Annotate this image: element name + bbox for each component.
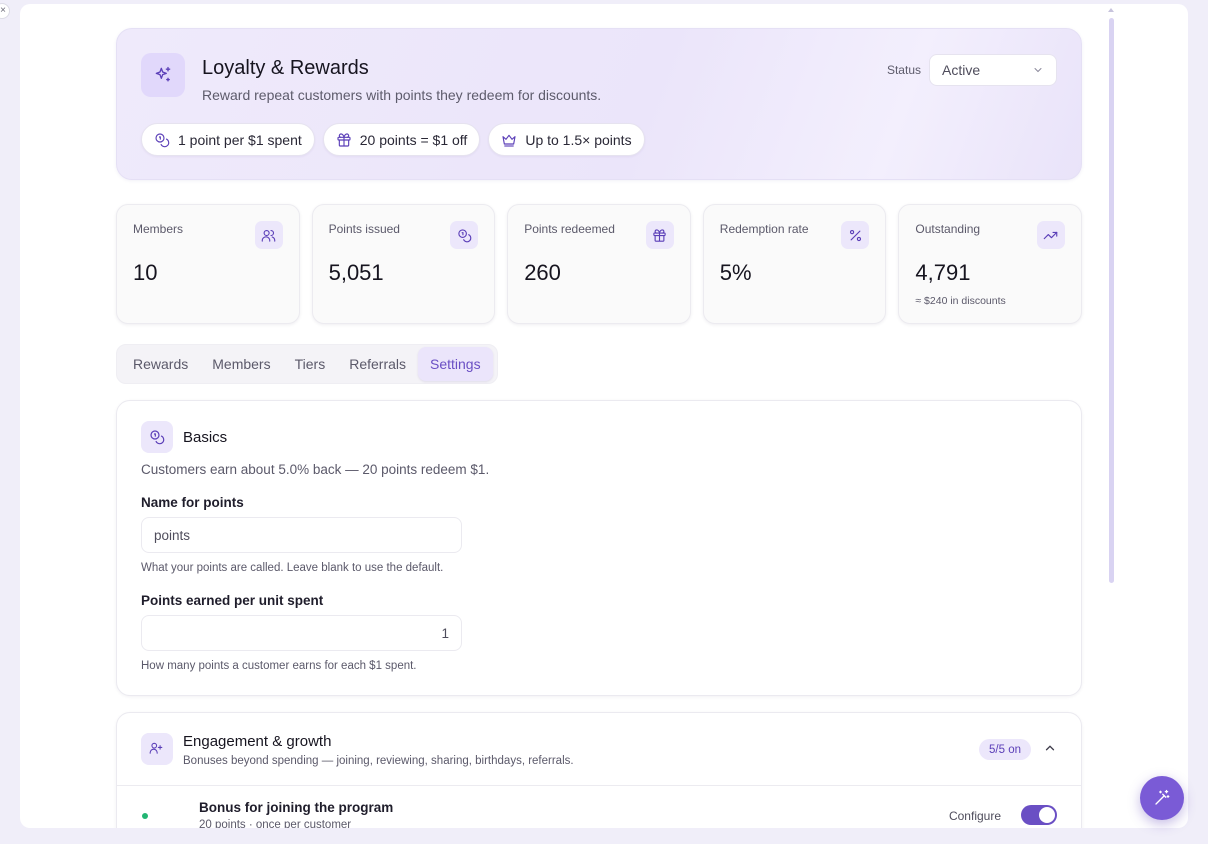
chip-label: 20 points = $1 off	[359, 131, 468, 148]
join-bonus-toggle[interactable]	[1021, 805, 1057, 825]
chip-redeem-rate: 20 points = $1 off	[322, 123, 481, 156]
user-plus-icon	[141, 733, 171, 763]
scrollbar-thumb[interactable]	[1109, 18, 1114, 583]
section-tabs: Rewards Members Tiers Referrals Settings	[116, 344, 498, 384]
stat-label: Outstanding	[915, 222, 981, 236]
section-title: Engagement & growth	[183, 733, 332, 750]
chip-tier-multiplier: Up to 1.5× points	[488, 123, 645, 156]
points-name-input[interactable]	[141, 517, 462, 553]
tab-settings[interactable]: Settings	[418, 347, 493, 381]
section-description: Customers earn about 5.0% back — 20 poin…	[141, 462, 490, 477]
configure-button[interactable]: Configure	[949, 809, 1001, 823]
tab-referrals[interactable]: Referrals	[337, 347, 418, 381]
scroll-up-arrow-icon[interactable]	[1108, 8, 1114, 12]
close-icon[interactable]: ×	[0, 3, 10, 19]
coins-icon	[141, 421, 173, 453]
stat-label: Redemption rate	[719, 222, 809, 236]
stat-label: Points redeemed	[524, 222, 615, 236]
tab-rewards[interactable]: Rewards	[121, 347, 200, 381]
magic-wand-icon	[1153, 789, 1171, 807]
coins-icon	[450, 221, 479, 249]
stat-value: 5%	[719, 260, 752, 285]
users-icon	[254, 221, 283, 249]
chevron-down-icon	[1032, 64, 1044, 76]
main-content: Loyalty & Rewards Reward repeat customer…	[116, 28, 1082, 828]
earn-rate-help: How many points a customer earns for eac…	[141, 660, 417, 672]
stat-value: 10	[133, 260, 158, 285]
program-header-card: Loyalty & Rewards Reward repeat customer…	[116, 28, 1082, 180]
points-name-label: Name for points	[141, 495, 244, 510]
stat-value: 260	[524, 260, 561, 285]
app-frame: Loyalty & Rewards Reward repeat customer…	[20, 4, 1188, 828]
status-dot	[142, 813, 148, 819]
tab-members[interactable]: Members	[200, 347, 282, 381]
stat-value: 5,051	[328, 260, 384, 285]
points-name-help: What your points are called. Leave blank…	[141, 562, 444, 574]
bonus-row-subtitle: 20 points · once per customer	[199, 819, 352, 828]
stat-value: 4,791	[915, 260, 971, 285]
page-subtitle: Reward repeat customers with points they…	[202, 87, 602, 103]
stat-card-outstanding: Outstanding 4,791 ≈ $240 in discounts	[898, 204, 1082, 324]
status-select[interactable]: Active	[929, 54, 1057, 86]
stats-row: Members 10 Points issued 5,051 Points re…	[116, 204, 1082, 324]
sparkles-icon	[141, 53, 185, 97]
bonus-row-title: Bonus for joining the program	[199, 800, 394, 815]
status-control: Status Active	[887, 54, 1057, 86]
stat-note: ≈ $240 in discounts	[915, 295, 1006, 307]
chip-earn-rate: 1 point per $1 spent	[141, 123, 315, 156]
program-summary-chips: 1 point per $1 spent 20 points = $1 off …	[141, 123, 645, 156]
chip-label: Up to 1.5× points	[525, 131, 632, 148]
trending-up-icon	[1036, 221, 1065, 249]
stat-card-redemption-rate: Redemption rate 5%	[702, 204, 887, 324]
stat-card-points-issued: Points issued 5,051	[311, 204, 496, 324]
enabled-count-badge: 5/5 on	[979, 739, 1031, 760]
status-label: Status	[886, 63, 921, 77]
earn-rate-input[interactable]	[141, 615, 462, 651]
stat-label: Members	[133, 222, 184, 236]
stat-card-points-redeemed: Points redeemed 260	[507, 204, 691, 324]
gift-icon	[336, 132, 352, 148]
basics-card: Basics Customers earn about 5.0% back — …	[116, 400, 1082, 696]
engagement-card: Engagement & growth Bonuses beyond spend…	[116, 712, 1082, 828]
divider	[117, 785, 1081, 786]
tab-tiers[interactable]: Tiers	[283, 347, 338, 381]
chevron-up-icon[interactable]	[1043, 741, 1057, 755]
earn-rate-label: Points earned per unit spent	[141, 593, 324, 608]
status-value: Active	[942, 62, 981, 78]
chip-label: 1 point per $1 spent	[178, 131, 302, 148]
section-title: Basics	[183, 429, 228, 446]
crown-icon	[501, 132, 517, 148]
coins-icon	[154, 132, 170, 148]
stat-card-members: Members 10	[116, 204, 300, 324]
page-title: Loyalty & Rewards	[202, 57, 369, 79]
gift-icon	[645, 221, 674, 249]
scrollbar[interactable]	[1108, 8, 1114, 826]
magic-wand-button[interactable]	[1140, 776, 1184, 820]
section-description: Bonuses beyond spending — joining, revie…	[183, 755, 574, 767]
percent-icon	[841, 221, 870, 249]
stat-label: Points issued	[328, 222, 400, 236]
